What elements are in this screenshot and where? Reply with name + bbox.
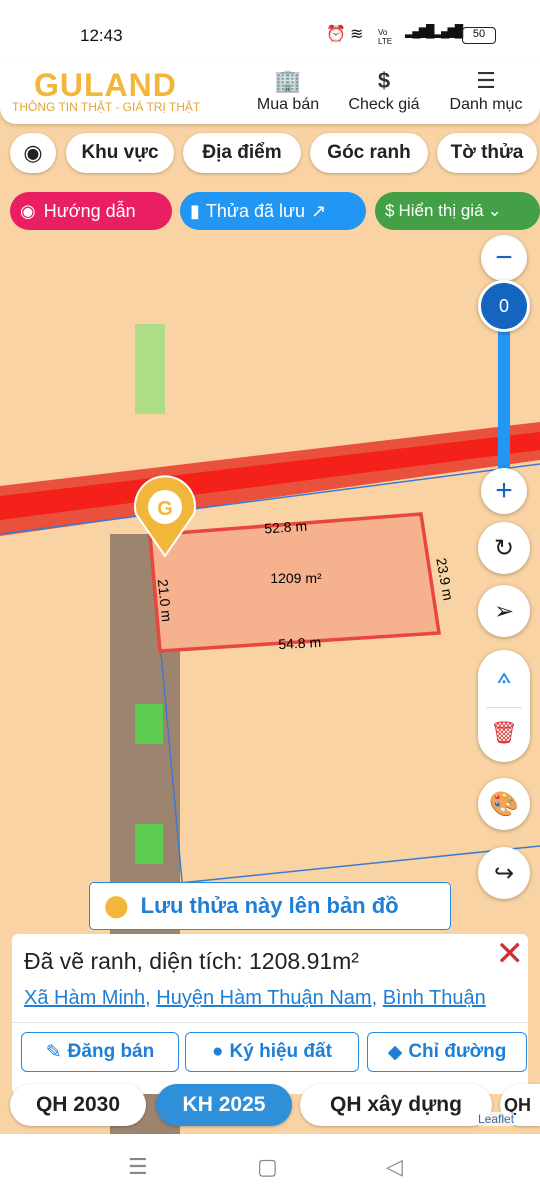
edge-label-bottom: 54.8 m [278,634,322,652]
compass-draw-icon[interactable]: ⟑ [478,662,530,690]
parcel-area-title: Đã vẽ ranh, diện tích: 1208.91m² [24,948,359,974]
building-icon: 🏢 [274,68,302,93]
post-sale-button[interactable]: ✎ Đăng bán [21,1032,179,1072]
arrow-up-right-icon: ↗ [311,200,327,221]
refresh-button[interactable]: ↻ [478,522,530,574]
filter-dia-diem[interactable]: Địa điểm [183,133,301,173]
directions-button[interactable]: ◆ Chỉ đường [367,1032,527,1072]
menu-icon: ☰ [476,68,496,93]
map-green-patch [135,324,165,414]
save-parcel-button[interactable]: ⬤ Lưu thửa này lên bản đồ [89,882,451,930]
dollar-icon: $ [377,68,391,93]
palette-icon: ● [212,1041,224,1062]
plus-icon: + [495,474,513,507]
minus-icon: − [495,241,513,274]
volte-icon: Vo LTE [378,28,393,46]
pill-label: Thửa đã lưu [205,200,306,221]
my-location-button[interactable]: ◉ [10,133,56,173]
zoom-in-button[interactable]: + [481,468,527,514]
back-icon[interactable]: ◁ [386,1154,403,1180]
action-label: Chỉ đường [408,1041,507,1062]
status-bar: 12:43 ⏰ ≋ Vo LTE ▂▄▆█ ▂▄▆█ 50 [0,0,540,62]
edit-document-icon: ✎ [45,1041,62,1063]
nav-mua-ban[interactable]: 🏢 Mua bán [238,68,338,114]
navigate-button[interactable]: ➢ [478,585,530,637]
area-label: 1209 m² [270,570,322,586]
bookmark-icon: ▮ [190,200,200,221]
navigation-arrow-icon: ➢ [493,597,515,625]
layer-tab-qh-xay-dung[interactable]: QH xây dựng [300,1084,492,1126]
wifi-icon: ≋ [350,26,364,43]
divider [12,1022,528,1023]
divider [486,707,522,708]
pill-label: Hiển thị giá [398,201,484,220]
crosshair-icon: ◉ [23,140,43,165]
system-nav-bar: ☰ ▢ ◁ [0,1134,540,1200]
slogan: THÔNG TIN THẬT - GIÁ TRỊ THẬT [12,100,201,114]
home-icon[interactable]: ▢ [257,1154,278,1180]
province-link[interactable]: Bình Thuận [383,987,486,1009]
palette-button[interactable]: 🎨 [478,778,530,830]
parcel-location: Xã Hàm Minh, Huyện Hàm Thuận Nam, Bình T… [24,987,486,1009]
logo[interactable]: GULAND [34,67,177,104]
chevron-down-icon: ⌄ [487,201,502,220]
alarm-icon: ⏰ [326,26,346,43]
draw-tools-group: ⟑ 🗑 [478,650,530,762]
nav-danh-muc[interactable]: ☰ Danh mục [436,68,536,114]
land-symbol-button[interactable]: ● Ký hiệu đất [185,1032,359,1072]
layer-tab-kh-2025[interactable]: KH 2025 [156,1084,292,1126]
district-link[interactable]: Huyện Hàm Thuận Nam [156,987,371,1009]
refresh-icon: ↻ [493,534,515,562]
nav-label: Mua bán [256,96,320,113]
nav-label: Danh mục [449,96,523,113]
guide-button[interactable]: ◉ Hướng dẫn [10,192,172,230]
app-header: GULAND THÔNG TIN THẬT - GIÁ TRỊ THẬT 🏢 Mu… [0,62,540,124]
trash-icon[interactable]: 🗑 [478,720,530,746]
zoom-out-button[interactable]: − [481,235,527,281]
filter-to-thua[interactable]: Tờ thửa [437,133,537,173]
battery-icon: 50 [462,27,496,44]
save-parcel-label: Lưu thửa này lên bản đồ [140,893,399,918]
filter-khu-vuc[interactable]: Khu vực [66,133,174,173]
pill-label: Hướng dẫn [43,200,136,221]
palette-icon: 🎨 [489,790,519,818]
close-icon[interactable]: ✕ [496,934,525,974]
share-button[interactable]: ↪ [478,847,530,899]
show-price-button[interactable]: $ Hiển thị giá ⌄ [375,192,540,230]
guland-pin-icon: ⬤ [104,893,129,918]
nav-check-gia[interactable]: $ Check giá [334,68,434,114]
svg-text:G: G [157,498,173,520]
recents-icon[interactable]: ☰ [128,1154,148,1180]
saved-parcels-button[interactable]: ▮ Thửa đã lưu ↗ [180,192,366,230]
zoom-slider-handle[interactable]: 0 [478,280,530,332]
action-label: Đăng bán [67,1041,155,1062]
directions-icon: ◆ [387,1041,403,1063]
nav-label: Check giá [348,96,420,113]
layer-tab-qh-2030[interactable]: QH 2030 [10,1084,146,1126]
commune-link[interactable]: Xã Hàm Minh [24,987,145,1009]
play-icon: ◉ [20,200,36,221]
action-label: Ký hiệu đất [229,1041,332,1062]
share-icon: ↪ [493,859,515,887]
filter-goc-ranh[interactable]: Góc ranh [310,133,428,173]
clock: 12:43 [80,26,123,45]
signal-icon: ▂▄▆█ ▂▄▆█ [405,24,463,38]
dollar-icon: $ [385,201,395,220]
leaflet-attribution[interactable]: Leaflet [478,1112,515,1126]
map-green-patch [135,704,163,744]
map-green-patch [135,824,163,864]
edge-label-top: 52.8 m [264,518,308,537]
